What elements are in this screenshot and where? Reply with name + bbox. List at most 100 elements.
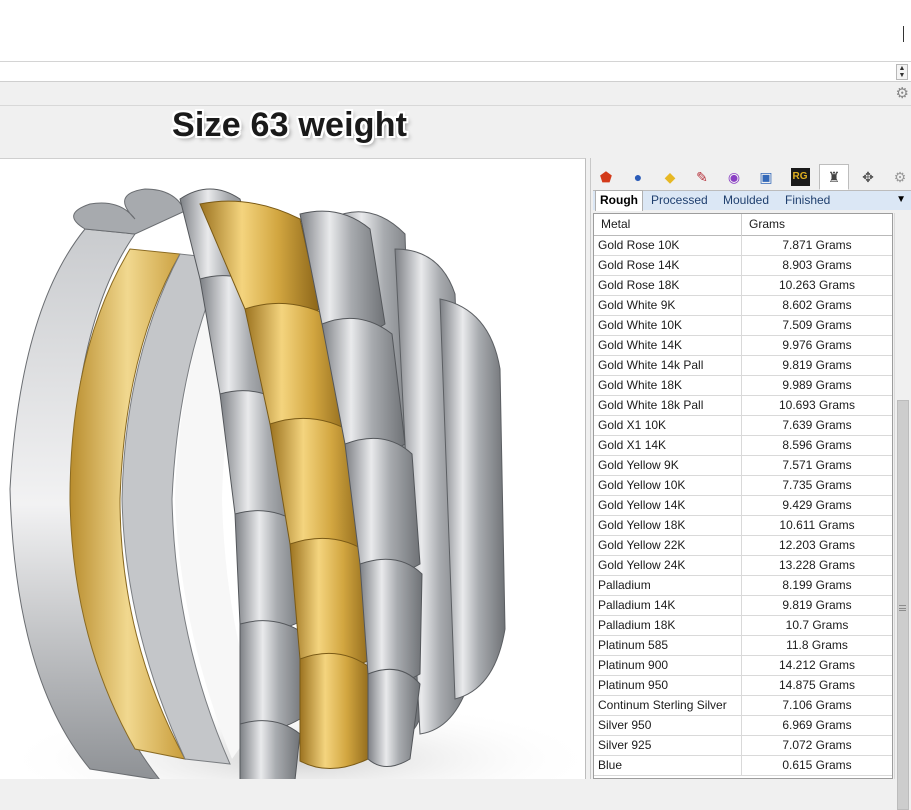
tab-gold-nugget[interactable]: ◆ bbox=[655, 164, 685, 190]
table-row[interactable]: Gold Rose 14K 8.903 Grams bbox=[594, 256, 892, 276]
scroll-spinner[interactable]: ▲ ▼ bbox=[896, 64, 908, 80]
tab-ring-weight[interactable]: ♜ bbox=[819, 164, 849, 190]
table-row[interactable]: Gold Yellow 24K 13.228 Grams bbox=[594, 556, 892, 576]
table-row[interactable]: Gold Rose 10K 7.871 Grams bbox=[594, 236, 892, 256]
grams-cell: 14.875 Grams bbox=[778, 678, 856, 692]
grams-cell: 8.602 Grams bbox=[782, 298, 852, 312]
metal-cell: Gold Yellow 22K bbox=[594, 536, 742, 556]
table-row[interactable]: Palladium 18K 10.7 Grams bbox=[594, 616, 892, 636]
dropdown-arrow-icon[interactable]: ▼ bbox=[896, 194, 906, 205]
table-row[interactable]: Gold White 10K 7.509 Grams bbox=[594, 316, 892, 336]
metal-cell: Blue bbox=[594, 756, 742, 776]
table-row[interactable]: Gold White 18K 9.989 Grams bbox=[594, 376, 892, 396]
metal-cell: Gold Rose 10K bbox=[594, 236, 742, 256]
table-row[interactable]: Gold White 9K 8.602 Grams bbox=[594, 296, 892, 316]
gear-icon[interactable]: ⚙ bbox=[896, 86, 909, 101]
overlay-title: Size 63 weight bbox=[172, 106, 408, 144]
grams-cell: 7.735 Grams bbox=[782, 478, 852, 492]
table-row[interactable]: Silver 925 7.072 Grams bbox=[594, 736, 892, 756]
table-row[interactable]: Palladium 8.199 Grams bbox=[594, 576, 892, 596]
column-header-grams[interactable]: Grams bbox=[742, 214, 892, 236]
metal-cell: Gold Yellow 18K bbox=[594, 516, 742, 536]
3d-viewport[interactable] bbox=[0, 158, 586, 779]
metal-cell: Gold X1 10K bbox=[594, 416, 742, 436]
panel-tab-strip: ⬟ ● ◆ ✎ ◉ ▣ RG ♜ ✥ ⚙ bbox=[591, 164, 911, 190]
blue-sphere-icon: ● bbox=[633, 169, 643, 185]
grams-cell: 10.693 Grams bbox=[778, 398, 856, 412]
subtab-processed[interactable]: Processed bbox=[647, 191, 712, 211]
metal-cell: Platinum 585 bbox=[594, 636, 742, 656]
table-row[interactable]: Gold White 18k Pall 10.693 Grams bbox=[594, 396, 892, 416]
table-row[interactable]: Gold Yellow 10K 7.735 Grams bbox=[594, 476, 892, 496]
grams-cell: 11.8 Grams bbox=[786, 638, 848, 652]
metal-cell: Palladium bbox=[594, 576, 742, 596]
table-row[interactable]: Palladium 14K 9.819 Grams bbox=[594, 596, 892, 616]
table-row[interactable]: Gold X1 10K 7.639 Grams bbox=[594, 416, 892, 436]
picture-icon: ▣ bbox=[759, 169, 773, 185]
table-row[interactable]: Platinum 900 14.212 Grams bbox=[594, 656, 892, 676]
color-wheel-icon: ◉ bbox=[727, 169, 741, 185]
tab-picture[interactable]: ▣ bbox=[751, 164, 781, 190]
metal-cell: Gold White 14k Pall bbox=[594, 356, 742, 376]
table-row[interactable]: Gold White 14K 9.976 Grams bbox=[594, 336, 892, 356]
vertical-scrollbar[interactable] bbox=[894, 213, 911, 810]
tab-settings[interactable]: ⚙ bbox=[885, 164, 911, 190]
grams-cell: 7.509 Grams bbox=[782, 318, 852, 332]
grams-cell: 7.571 Grams bbox=[782, 458, 852, 472]
table-row[interactable]: Continum Sterling Silver 7.106 Grams bbox=[594, 696, 892, 716]
column-header-metal[interactable]: Metal bbox=[594, 214, 742, 236]
metal-cell: Gold Yellow 14K bbox=[594, 496, 742, 516]
grams-cell: 13.228 Grams bbox=[778, 558, 856, 572]
table-header: Metal Grams bbox=[594, 214, 892, 236]
table-row[interactable]: Gold White 14k Pall 9.819 Grams bbox=[594, 356, 892, 376]
grams-cell: 6.969 Grams bbox=[782, 718, 852, 732]
table-row[interactable]: Gold X1 14K 8.596 Grams bbox=[594, 436, 892, 456]
toolbar-strip: ⚙ bbox=[0, 82, 911, 106]
move-arrows-icon: ✥ bbox=[862, 169, 874, 185]
table-body: Gold Rose 10K 7.871 Grams Gold Rose 14K 8.9… bbox=[594, 236, 892, 776]
metal-cell: Palladium 18K bbox=[594, 616, 742, 636]
grams-cell: 0.615 Grams bbox=[782, 758, 852, 772]
metal-cell: Gold Yellow 10K bbox=[594, 476, 742, 496]
command-history bbox=[0, 0, 911, 62]
table-row[interactable]: Gold Yellow 18K 10.611 Grams bbox=[594, 516, 892, 536]
table-row[interactable]: Blue 0.615 Grams bbox=[594, 756, 892, 776]
metal-cell: Silver 925 bbox=[594, 736, 742, 756]
grams-cell: 10.7 Grams bbox=[785, 618, 849, 632]
tab-rg[interactable]: RG bbox=[785, 164, 815, 190]
grams-cell: 14.212 Grams bbox=[778, 658, 856, 672]
subtab-bar: Rough Processed Moulded Finished ▼ bbox=[593, 190, 911, 211]
metal-cell: Gold Rose 18K bbox=[594, 276, 742, 296]
metal-cell: Gold Yellow 9K bbox=[594, 456, 742, 476]
table-row[interactable]: Gold Yellow 22K 12.203 Grams bbox=[594, 536, 892, 556]
metal-weight-table: Metal Grams Gold Rose 10K 7.871 Grams Gold… bbox=[593, 213, 893, 779]
table-row[interactable]: Platinum 585 11.8 Grams bbox=[594, 636, 892, 656]
table-row[interactable]: Gold Rose 18K 10.263 Grams bbox=[594, 276, 892, 296]
tab-red-shield[interactable]: ⬟ bbox=[591, 164, 621, 190]
metal-cell: Platinum 950 bbox=[594, 676, 742, 696]
tab-color-wheel[interactable]: ◉ bbox=[719, 164, 749, 190]
properties-panel: ⬟ ● ◆ ✎ ◉ ▣ RG ♜ ✥ ⚙ Rough Processed Mou… bbox=[590, 158, 911, 810]
subtab-moulded[interactable]: Moulded bbox=[719, 191, 773, 211]
metal-cell: Gold Rose 14K bbox=[594, 256, 742, 276]
grams-cell: 9.989 Grams bbox=[782, 378, 852, 392]
table-row[interactable]: Silver 950 6.969 Grams bbox=[594, 716, 892, 736]
grams-cell: 7.639 Grams bbox=[782, 418, 852, 432]
subtab-finished[interactable]: Finished bbox=[781, 191, 834, 211]
table-row[interactable]: Gold Yellow 14K 9.429 Grams bbox=[594, 496, 892, 516]
grams-cell: 9.429 Grams bbox=[782, 498, 852, 512]
rg-logo-icon: RG bbox=[790, 168, 810, 186]
metal-cell: Gold Yellow 24K bbox=[594, 556, 742, 576]
tab-move[interactable]: ✥ bbox=[853, 164, 883, 190]
tab-blue-sphere[interactable]: ● bbox=[623, 164, 653, 190]
gear-icon: ⚙ bbox=[893, 169, 907, 185]
table-row[interactable]: Platinum 950 14.875 Grams bbox=[594, 676, 892, 696]
metal-cell: Gold White 14K bbox=[594, 336, 742, 356]
table-row[interactable]: Gold Yellow 9K 7.571 Grams bbox=[594, 456, 892, 476]
subtab-rough[interactable]: Rough bbox=[595, 190, 643, 211]
grams-cell: 8.596 Grams bbox=[782, 438, 852, 452]
scrollbar-grip-icon bbox=[899, 605, 906, 611]
metal-cell: Gold X1 14K bbox=[594, 436, 742, 456]
command-input[interactable]: ▲ ▼ bbox=[0, 62, 911, 82]
tab-pen-tool[interactable]: ✎ bbox=[687, 164, 717, 190]
